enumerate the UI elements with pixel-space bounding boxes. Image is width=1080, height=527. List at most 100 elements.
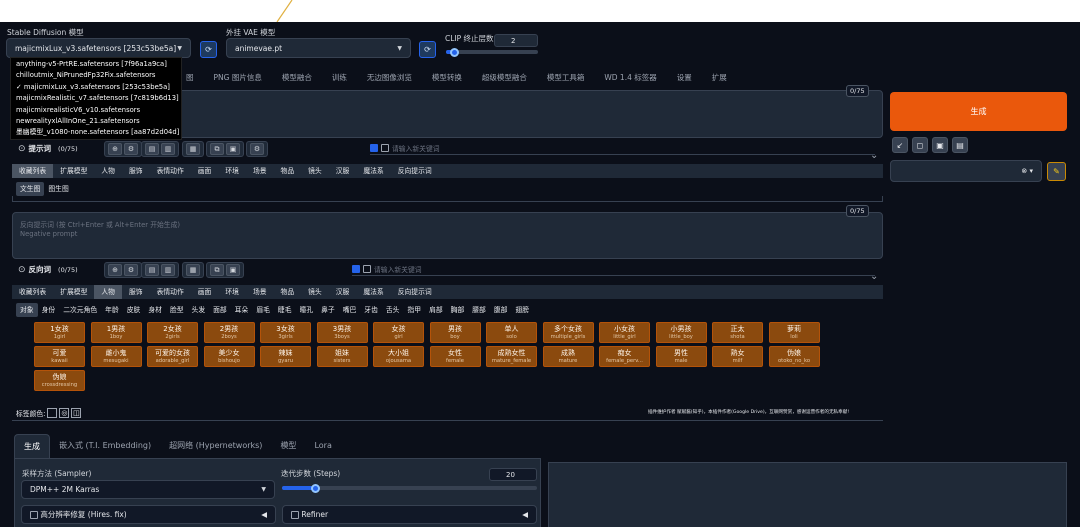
refiner-checkbox[interactable] — [291, 511, 299, 519]
clip-skip-input[interactable]: 2 — [494, 34, 538, 47]
body-part-tab[interactable]: 身份 — [38, 303, 60, 317]
tab-models[interactable]: 模型 — [271, 434, 305, 459]
tag-button[interactable]: 辣妹 gyaru — [260, 346, 311, 367]
sampler-select[interactable]: DPM++ 2M Karras ▼ — [21, 480, 275, 499]
refresh-vae-icon[interactable]: ⟳ — [419, 41, 436, 58]
copy-icon[interactable]: ⧉ — [210, 143, 224, 155]
tag-button[interactable]: 1男孩 1boy — [90, 322, 142, 343]
body-part-tab[interactable]: 二次元角色 — [59, 303, 101, 317]
dropdown-option[interactable]: majicmixRealistic_v7.safetensors [7c819b… — [11, 93, 181, 104]
tab-merge[interactable]: 模型融合 — [272, 70, 322, 85]
arrow-icon[interactable]: ↙ — [892, 137, 908, 153]
body-part-tab[interactable]: 睫毛 — [274, 303, 296, 317]
body-part-tab[interactable]: 肩部 — [425, 303, 447, 317]
tag-button[interactable]: 小男孩 little_boy — [655, 322, 707, 343]
body-part-tab[interactable]: 瞳孔 — [296, 303, 318, 317]
generate-button[interactable]: 生成 — [890, 92, 1067, 131]
tag-button[interactable]: 女性 female — [429, 346, 481, 367]
body-part-tab[interactable]: 舌头 — [382, 303, 404, 317]
category-tab[interactable]: 收藏列表 — [12, 285, 53, 299]
category-tab[interactable]: 物品 — [274, 164, 302, 178]
body-part-tab[interactable]: 胸部 — [447, 303, 469, 317]
steps-slider-handle[interactable] — [310, 483, 320, 493]
chevron-down-circle-icon[interactable]: ⌄ — [870, 150, 878, 161]
body-part-tab[interactable]: 牙齿 — [360, 303, 382, 317]
body-part-tab[interactable]: 面部 — [209, 303, 231, 317]
dropdown-option-selected[interactable]: ✓ majicmixLux_v3.safetensors [253c53be5a… — [11, 82, 181, 93]
tag-button[interactable]: 伪娘 otoko_no_ko — [768, 346, 820, 367]
tag-button[interactable]: 成熟女性 mature_female — [486, 346, 537, 367]
category-tab[interactable]: 画面 — [191, 285, 219, 299]
tab-settings[interactable]: 设置 — [667, 70, 702, 85]
dropdown-option[interactable]: anything-v5-PrtRE.safetensors [7f96a1a9c… — [11, 59, 181, 70]
category-tab[interactable]: 表情动作 — [150, 285, 191, 299]
tag-button[interactable]: 可爱的女孩 adorable_girl — [147, 346, 198, 367]
tab-extensions[interactable]: 扩展 — [702, 70, 737, 85]
body-part-tab[interactable]: 耳朵 — [231, 303, 253, 317]
body-part-tab[interactable]: 腹部 — [490, 303, 512, 317]
tag-button[interactable]: 成熟 mature — [542, 346, 594, 367]
color-reset-icon[interactable]: ◫ — [71, 408, 82, 418]
keyword-checkbox-2[interactable] — [363, 265, 371, 273]
tab-hypernetworks[interactable]: 超网络 (Hypernetworks) — [160, 434, 271, 459]
clipboard-icon[interactable]: ▤ — [952, 137, 968, 153]
vae-model-select[interactable]: animevae.pt ▼ — [226, 38, 411, 58]
tag-button[interactable]: 多个女孩 multiple_girls — [542, 322, 594, 343]
trash-icon[interactable]: ▣ — [226, 143, 240, 155]
body-part-tab[interactable]: 身材 — [144, 303, 166, 317]
body-part-tab[interactable]: 鼻子 — [317, 303, 339, 317]
category-tab[interactable]: 环境 — [218, 285, 246, 299]
category-tab[interactable]: 扩展模型 — [53, 164, 94, 178]
tab-embedding[interactable]: 嵌入式 (T.I. Embedding) — [50, 434, 160, 459]
subtab-img2img[interactable]: 图生图 — [44, 182, 72, 196]
body-part-tab[interactable]: 脸型 — [166, 303, 188, 317]
category-tab[interactable]: 镜头 — [301, 164, 329, 178]
body-part-tab[interactable]: 眉毛 — [252, 303, 274, 317]
refresh-model-icon[interactable]: ⟳ — [200, 41, 217, 58]
tab-model-toolbox[interactable]: 模型工具箱 — [537, 70, 595, 85]
dropdown-option[interactable]: newrealityxlAllInOne_21.safetensors — [11, 116, 181, 127]
body-part-tab[interactable]: 嘴巴 — [339, 303, 361, 317]
tab-item[interactable]: 图 — [182, 70, 204, 85]
gear-icon[interactable]: ⚙ — [124, 143, 138, 155]
category-tab[interactable]: 反向提示词 — [391, 285, 439, 299]
bookmark-icon[interactable]: ▥ — [161, 264, 175, 276]
trash-icon[interactable]: ▣ — [226, 264, 240, 276]
keyword-checkbox[interactable] — [370, 144, 378, 152]
color-picker-icon[interactable]: ◎ — [59, 408, 70, 418]
keyword-checkbox[interactable] — [352, 265, 360, 273]
tag-button[interactable]: 女孩 girl — [373, 322, 424, 343]
subtab-txt2img[interactable]: 文生图 — [16, 182, 45, 196]
category-tab[interactable]: 环境 — [218, 164, 246, 178]
body-part-tab[interactable]: 翅膀 — [511, 303, 533, 317]
category-tab[interactable]: 人物 — [94, 285, 122, 299]
sd-model-select[interactable]: majicmixLux_v3.safetensors [253c53be5a] … — [6, 38, 191, 58]
category-tab[interactable]: 服饰 — [122, 285, 150, 299]
category-tab[interactable]: 反向提示词 — [391, 164, 439, 178]
chevron-down-circle-icon[interactable]: ⌄ — [870, 271, 878, 282]
category-tab[interactable]: 收藏列表 — [12, 164, 54, 178]
steps-input[interactable]: 20 — [489, 468, 537, 481]
globe-icon[interactable]: ⊕ — [108, 264, 122, 276]
keyword-checkbox-2[interactable] — [381, 144, 389, 152]
clip-skip-slider[interactable] — [446, 47, 538, 57]
tag-button[interactable]: 3女孩 3girls — [260, 322, 311, 343]
color-swatch[interactable] — [47, 408, 58, 418]
keyword-input[interactable]: 请输入新关键词 — [392, 143, 440, 153]
dropdown-option[interactable]: 墨幽模型_v1080-none.safetensors [aa87d2d04d] — [11, 127, 181, 138]
tag-button[interactable]: 可爱 kawaii — [34, 346, 85, 367]
tab-image-browser[interactable]: 无边图像浏览 — [357, 70, 422, 85]
body-part-tab[interactable]: 头发 — [188, 303, 210, 317]
hires-checkbox[interactable] — [30, 511, 38, 519]
tag-button[interactable]: 2男孩 2boys — [203, 322, 255, 343]
tag-button[interactable]: 伪娘 crossdressing — [34, 370, 85, 391]
tag-button[interactable]: 单人 solo — [486, 322, 537, 343]
tab-train[interactable]: 训练 — [322, 70, 357, 85]
tab-generate[interactable]: 生成 — [14, 434, 50, 459]
dropdown-option[interactable]: majicmixrealisticV6_v10.safetensors — [11, 105, 181, 116]
clear-selection-icon[interactable]: ⊗ ▾ — [1021, 167, 1033, 175]
edit-styles-icon[interactable]: ✎ — [1047, 162, 1066, 181]
tab-model-convert[interactable]: 模型转换 — [422, 70, 472, 85]
negative-prompt-textarea[interactable]: 反向提示词 (按 Ctrl+Enter 或 Alt+Enter 开始生成) Ne… — [12, 212, 883, 259]
category-tab[interactable]: 汉服 — [329, 164, 357, 178]
